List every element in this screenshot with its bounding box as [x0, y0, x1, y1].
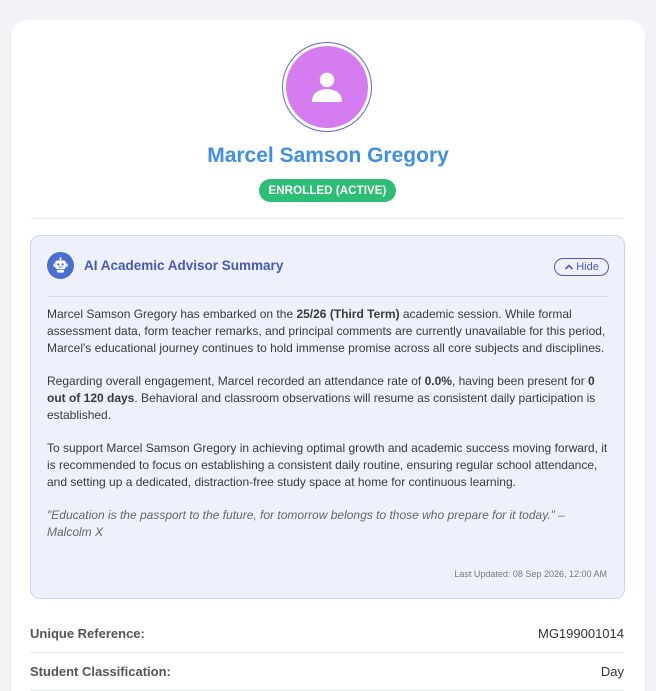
robot-icon: [47, 252, 74, 279]
info-value: MG199001014: [537, 626, 624, 641]
ai-summary-panel: AI Academic Advisor Summary Hide Marcel …: [30, 235, 625, 599]
ai-summary-body: Marcel Samson Gregory has embarked on th…: [47, 306, 609, 541]
info-label: Unique Reference:: [30, 626, 145, 641]
info-row-unique-reference: Unique Reference: MG199001014: [30, 615, 624, 653]
summary-paragraph-3: To support Marcel Samson Gregory in achi…: [47, 441, 608, 489]
user-icon: [311, 72, 343, 103]
divider: [30, 218, 624, 219]
last-updated: Last Updated: 08 Sep 2026, 12:00 AM: [454, 569, 607, 579]
summary-paragraph-2: Regarding overall engagement, Marcel rec…: [47, 374, 596, 422]
avatar: [282, 42, 372, 132]
info-row-student-classification: Student Classification: Day: [30, 653, 624, 691]
hide-button[interactable]: Hide: [554, 258, 609, 276]
status-badge: ENROLLED (ACTIVE): [259, 179, 396, 202]
summary-quote: "Education is the passport to the future…: [47, 508, 565, 539]
ai-summary-title: AI Academic Advisor Summary: [84, 258, 284, 273]
info-label: Student Classification:: [30, 664, 171, 679]
divider: [47, 296, 608, 297]
student-profile-card: Marcel Samson Gregory ENROLLED (ACTIVE) …: [11, 20, 645, 691]
chevron-up-icon: [565, 264, 574, 270]
summary-paragraph-1: Marcel Samson Gregory has embarked on th…: [47, 307, 606, 355]
student-name: Marcel Samson Gregory: [207, 144, 449, 167]
info-value: Day: [600, 664, 624, 679]
hide-button-label: Hide: [576, 261, 599, 273]
